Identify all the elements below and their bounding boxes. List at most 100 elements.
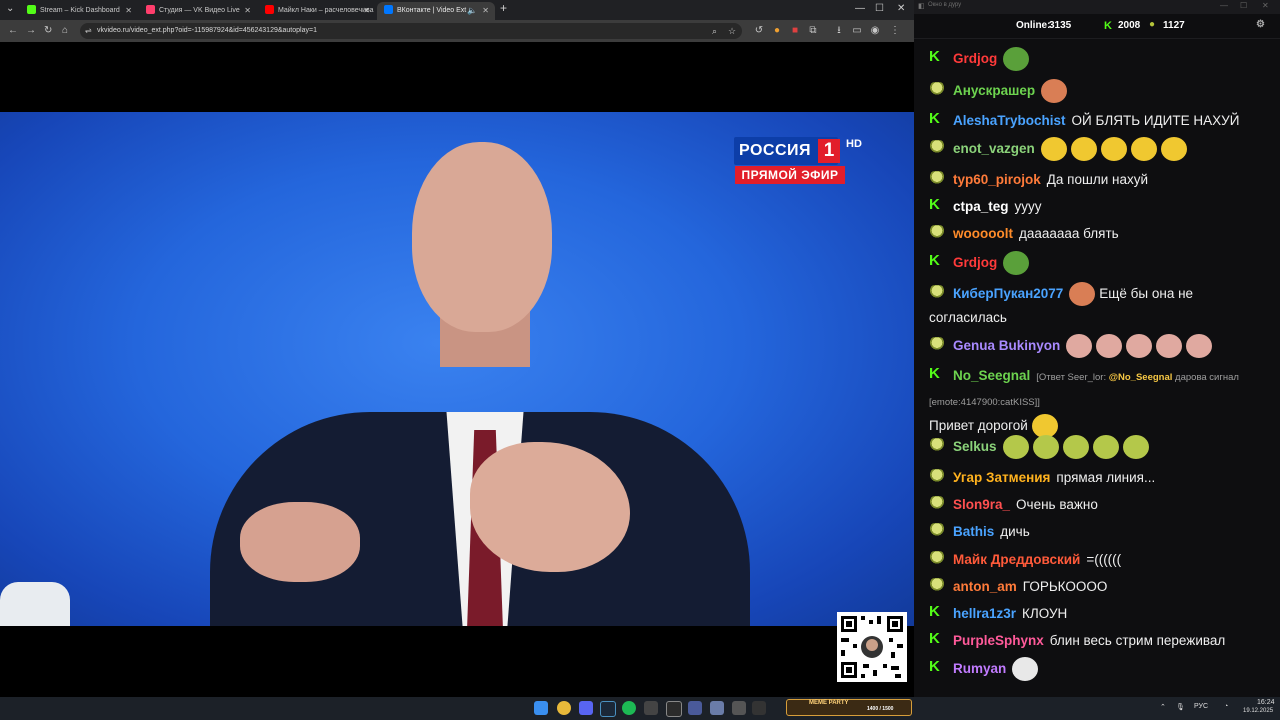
clock-date[interactable]: 19.12.2025 [1243,708,1273,714]
tab-vk-video-ext[interactable]: ВКонтакте | Video Ext 🔈 ✕ [377,2,495,20]
home-icon[interactable]: ⌂ [62,23,68,39]
url-text: vkvideo.ru/video_ext.php?oid=-115987924&… [97,27,317,34]
emote-icon [1186,334,1213,359]
chat-username[interactable]: КиберПукан2077 [953,286,1063,301]
mic-icon[interactable]: 🎙 [1176,703,1185,711]
tab-search-icon[interactable]: ⌄ [6,3,14,14]
tab-strip-icon[interactable]: ▭ [852,24,862,38]
chat-username[interactable]: Selkus [953,439,997,454]
close-icon[interactable]: ✕ [482,2,489,20]
app-icon[interactable] [752,701,766,715]
tab-kick-dashboard[interactable]: Stream – Kick Dashboard ✕ [20,2,138,20]
chat-username[interactable]: wooooolt [953,226,1013,241]
maximize-icon[interactable]: ☐ [1240,1,1247,10]
browser-toolbar: ← → ↻ ⌂ ⇌ vkvideo.ru/video_ext.php?oid=-… [0,20,914,42]
audio-icon[interactable]: 🔈 [467,2,477,20]
emote-icon [1040,137,1067,162]
chat-window-bar: ◧ Окно в дуру — ☐ ✕ [914,0,1280,14]
vk-badge-icon [929,438,945,453]
obs-icon[interactable] [666,701,682,717]
chat-message-text: дааааааа блять [1018,226,1119,241]
bookmark-star-icon[interactable]: ☆ [728,23,736,39]
chat-username[interactable]: hellra1z3r [953,606,1016,621]
close-icon[interactable]: ✕ [244,2,251,20]
reload-icon[interactable]: ↻ [44,23,52,39]
chat-message: Slon9ra_ Очень важно [929,493,1274,516]
address-bar[interactable]: ⇌ vkvideo.ru/video_ext.php?oid=-11598792… [80,23,742,39]
app-icon[interactable] [644,701,658,715]
chat-message-text: дичь [1000,524,1030,539]
chat-username[interactable]: PurpleSphynx [953,633,1044,648]
spotify-icon[interactable] [622,701,636,715]
video-player[interactable] [0,112,914,626]
chat-username[interactable]: Slon9ra_ [953,497,1010,512]
vk-badge-icon [929,551,945,566]
emote-icon [1070,137,1097,162]
vk-live-icon [146,4,155,14]
app-icon[interactable] [710,701,724,715]
chat-username[interactable]: Угар Затмения [953,470,1050,485]
live-label: ПРЯМОЙ ЭФИР [735,166,845,184]
emote-icon [1130,137,1157,162]
meme-party-widget[interactable]: MEME PARTY 1400 / 1500 [786,699,912,716]
history-icon[interactable]: ↺ [754,24,764,38]
back-icon[interactable]: ← [8,23,18,39]
extensions-puzzle-icon[interactable]: ⧉ [808,24,818,38]
chat-username[interactable]: Grdjog [953,51,997,66]
clock-time[interactable]: 16:24 [1257,699,1275,706]
chat-username[interactable]: anton_am [953,579,1017,594]
new-tab-button[interactable]: + [500,1,507,15]
app-icon[interactable] [688,701,702,715]
site-info-icon[interactable]: ⇌ [85,23,92,39]
chat-username[interactable]: typ60_pirojok [953,172,1041,187]
chat-username[interactable]: Майк Дреддовский [953,552,1080,567]
chat-username[interactable]: Bathis [953,524,994,539]
chat-panel: ◧ Окно в дуру — ☐ ✕ Online: 3135 K 2008 … [914,0,1280,697]
chat-message: anton_am ГОРЬКОООО [929,575,1274,598]
meme-party-progress: 1400 / 1500 [867,706,894,712]
zoom-icon[interactable]: ⌕ [712,23,717,39]
forward-icon[interactable]: → [26,23,36,39]
taskbar: ⌃ 🎙 РУС ◔ 16:24 19.12.2025 [0,697,1280,720]
chat-username[interactable]: Genua Bukinyon [953,338,1060,353]
reply-mention[interactable]: @No_Seegnal [1109,372,1173,383]
chat-username[interactable]: AleshaTrybochist [953,113,1066,128]
wifi-icon[interactable]: ◔ [1224,703,1228,710]
chat-username[interactable]: enot_vazgen [953,141,1035,156]
minimize-icon[interactable]: — [1220,1,1228,10]
kick-badge-icon: K [929,603,940,621]
tab-vk-studio[interactable]: Студия — VK Видео Live ✕ [139,2,257,20]
menu-icon[interactable]: ⋮ [890,24,900,38]
minimize-icon[interactable]: — [855,3,865,14]
chat-message: Khellra1z3r КЛОУН [929,602,1274,625]
extension-icon[interactable]: ■ [790,24,800,38]
emote-icon [1069,282,1096,307]
extension-icon[interactable]: ● [772,24,782,38]
tab-youtube[interactable]: Майкл Наки – расчеловечива ✕ [258,2,376,20]
chrome-icon[interactable] [557,701,571,715]
start-icon[interactable] [534,701,548,715]
close-icon[interactable]: ✕ [125,2,132,20]
language-indicator[interactable]: РУС [1194,703,1208,710]
chat-username[interactable]: Анускрашер [953,83,1035,98]
close-icon[interactable]: ✕ [363,2,370,20]
steam-icon[interactable] [600,701,616,717]
tray-chevron-icon[interactable]: ⌃ [1160,703,1166,711]
chat-message: K Grdjog [929,47,1274,72]
chat-username[interactable]: Grdjog [953,255,997,270]
chat-message-text: ГОРЬКОООО [1022,579,1108,594]
profile-icon[interactable]: ◉ [870,24,880,38]
download-icon[interactable]: ⭳ [834,24,844,38]
chat-username[interactable]: Rumyan [953,661,1006,676]
window-close-icon[interactable]: ✕ [897,3,905,14]
chat-username[interactable]: ctpa_teg [953,199,1009,214]
close-icon[interactable]: ✕ [1262,1,1269,10]
kick-badge-icon: K [929,658,940,676]
app-icon[interactable] [732,701,746,715]
maximize-icon[interactable]: ☐ [875,3,884,14]
discord-icon[interactable] [579,701,593,715]
kick-icon [27,4,36,14]
mug [0,582,70,626]
emote-icon [1003,251,1030,276]
chat-username[interactable]: No_Seegnal [953,368,1030,383]
